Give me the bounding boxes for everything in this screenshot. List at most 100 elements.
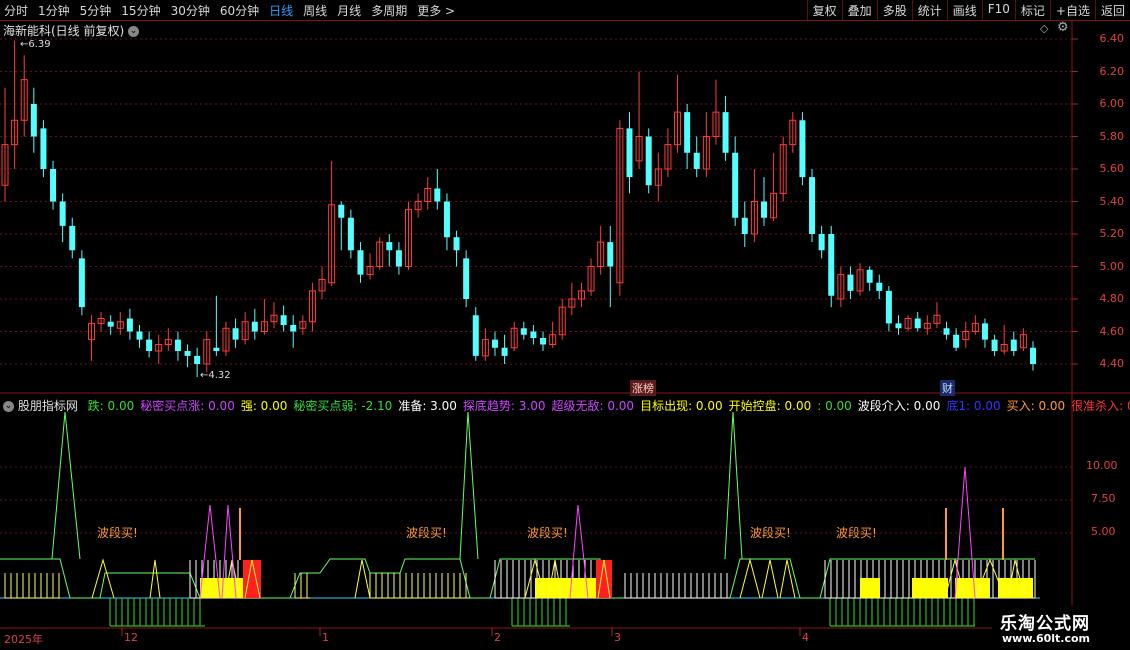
low-price-value: 4.32 (208, 370, 231, 381)
candle-body-down (866, 269, 873, 283)
stock-title: 海新能科(日线 前复权) (3, 24, 125, 38)
candle-body-down (520, 328, 527, 335)
price-y-tick: 5.40 (1099, 194, 1125, 208)
candle-body-down (194, 355, 201, 364)
candle-body-down (184, 351, 191, 356)
signal-label: 波段买! (750, 526, 791, 540)
indicator-value: 强: 0.00 (240, 399, 288, 413)
signal-block (912, 578, 948, 598)
price-y-tick: 4.80 (1099, 292, 1125, 305)
candle-body-down (741, 217, 748, 234)
indicator-value: : 0.00 (817, 399, 852, 413)
candle-body-down (943, 328, 950, 335)
candle-body-down (232, 328, 239, 340)
candle-body-down (126, 318, 133, 332)
spike (724, 411, 743, 560)
candle-body-down (645, 136, 652, 186)
candle-body-down (1010, 339, 1017, 351)
price-y-tick: 6.20 (1099, 64, 1125, 78)
candle-body-down (991, 339, 998, 351)
chevron-down-icon[interactable]: ⌄ (3, 401, 14, 412)
signal-block (998, 578, 1033, 598)
candle-body-down (760, 201, 767, 218)
candle-body-down (453, 237, 460, 251)
indicator-header: ⌄ 股朋指标网 跌: 0.00 秘密买点涨: 0.00 强: 0.00 秘密买点弱: … (3, 397, 1130, 414)
zhangbang-marker[interactable]: 涨榜 (630, 380, 656, 396)
low-price-label: ←4.32 (200, 370, 231, 381)
candle-body-down (30, 104, 37, 137)
candle-body-down (434, 188, 441, 202)
indicator-value: 开始控盘: 0.00 (728, 399, 812, 413)
candle-body-down (953, 334, 960, 348)
candle-body-down (809, 177, 816, 234)
candle-body-down (818, 234, 825, 251)
candle-body-down (463, 258, 470, 299)
indicator-value: 很准杀入: 0.00 (1071, 399, 1130, 413)
candle-body-down (69, 225, 76, 251)
indicator-value: 准备: 3.00 (398, 399, 457, 413)
indicator-value: 跌: 0.00 (87, 399, 135, 413)
candle-body-down (1030, 347, 1036, 364)
candle-body-down (40, 128, 47, 169)
indicator-value: 探底趋势: 3.00 (462, 399, 546, 413)
candle-body-down (395, 250, 402, 267)
indicator-value: 秘密买点弱: -2.10 (293, 399, 393, 413)
indicator-value: 买入: 0.00 (1006, 399, 1066, 413)
financial-report-marker[interactable]: 财 (940, 380, 955, 396)
price-y-tick: 5.00 (1099, 259, 1125, 273)
settings-gear-icon[interactable]: ⚙ (1057, 20, 1069, 35)
price-y-tick: 4.60 (1099, 324, 1125, 338)
candle-body-down (501, 347, 508, 356)
candle-body-down (799, 120, 806, 178)
ind-y-tick: 5.00 (1091, 525, 1116, 538)
candle-body-down (828, 234, 835, 296)
date-label: 2025年 (4, 633, 43, 646)
candle-body-down (885, 290, 892, 324)
candle-body-down (540, 338, 547, 345)
high-price-label: ←6.39 (20, 39, 51, 50)
chart-canvas[interactable] (0, 0, 1130, 650)
triangle (779, 559, 796, 599)
candle-body-down (251, 321, 258, 332)
ind-y-tick: 7.50 (1091, 492, 1116, 505)
signal-label: 波段买! (97, 526, 138, 540)
triangle (149, 559, 161, 599)
candle-body-down (386, 242, 393, 251)
candle-body-down (684, 112, 691, 153)
ind-y-tick: 10.00 (1086, 459, 1118, 472)
price-y-tick: 5.80 (1099, 129, 1125, 143)
candle-body-down (59, 201, 66, 226)
diamond-icon[interactable]: ◇ (1040, 22, 1048, 35)
spike (459, 411, 479, 560)
candle-body-down (338, 204, 345, 218)
indicator-value: 目标出现: 0.00 (640, 399, 723, 413)
candle-body-down (50, 169, 57, 202)
spike (51, 411, 81, 560)
candle-body-down (530, 331, 537, 338)
candle-body-down (347, 217, 354, 251)
stock-title-row: 海新能科(日线 前复权) ⌄ (3, 22, 140, 39)
candle-body-down (472, 315, 479, 356)
candle-body-down (357, 250, 364, 275)
candle-body-down (876, 282, 883, 291)
candle-body-down (914, 318, 921, 329)
price-y-tick: 6.40 (1099, 32, 1125, 45)
candle-body-down (280, 315, 287, 325)
triangle (761, 559, 779, 599)
candle-body-down (107, 321, 114, 327)
candle-body-down (174, 339, 181, 351)
price-y-tick: 5.60 (1099, 162, 1125, 175)
signal-label: 波段买! (406, 526, 447, 540)
signal-label: 波段买! (527, 526, 568, 540)
candle-body-down (722, 112, 729, 153)
signal-label: 波段买! (836, 526, 877, 540)
candle-body-down (847, 274, 854, 291)
candle-body-down (443, 201, 450, 238)
date-label: 1 (322, 631, 329, 644)
price-y-tick: 6.00 (1099, 97, 1125, 110)
chevron-down-icon[interactable]: ⌄ (128, 26, 140, 37)
candle-body-down (895, 323, 902, 329)
high-price-value: 6.39 (28, 39, 51, 50)
candle-body-down (491, 339, 498, 348)
candle-body-down (290, 325, 297, 332)
